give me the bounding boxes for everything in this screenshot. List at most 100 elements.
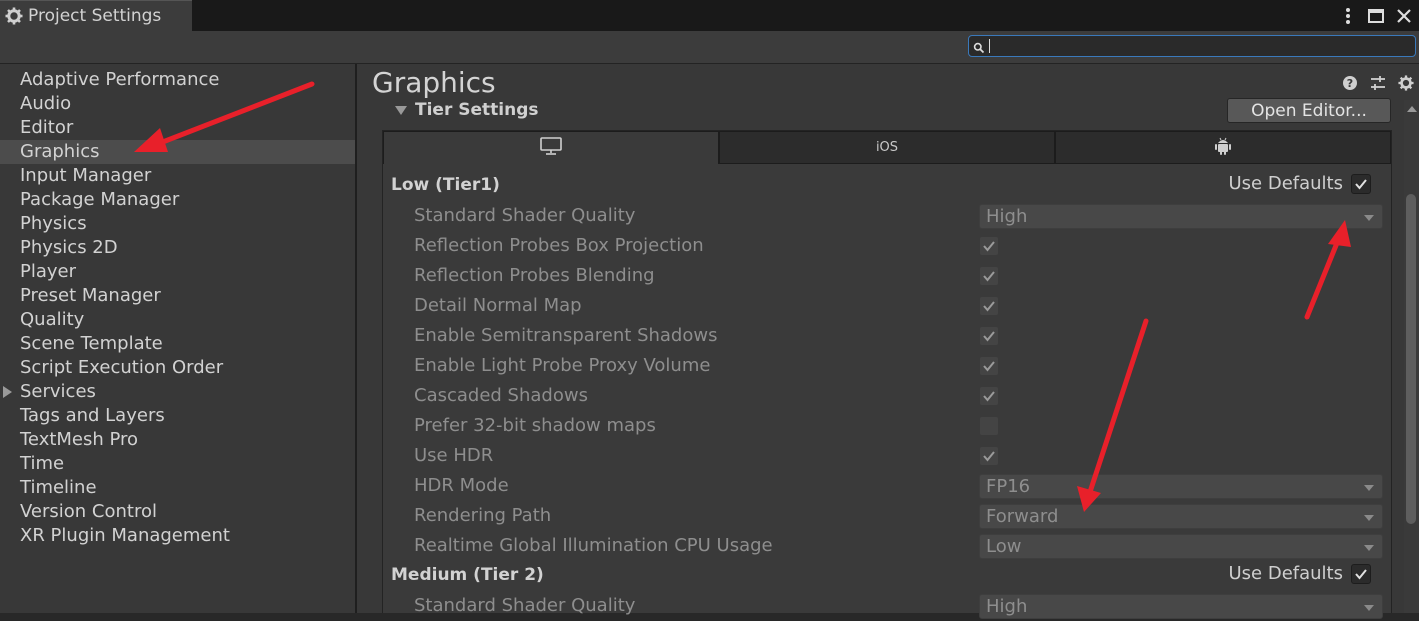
sidebar-item-editor[interactable]: Editor [0, 116, 355, 140]
sidebar-item-xr-plugin-management[interactable]: XR Plugin Management [0, 524, 355, 548]
sidebar-item-timeline[interactable]: Timeline [0, 476, 355, 500]
sidebar-item-physics[interactable]: Physics [0, 212, 355, 236]
sidebar-item-label: Physics 2D [20, 237, 118, 258]
use-defaults-checkbox[interactable] [1351, 563, 1371, 584]
setting-label: Enable Semitransparent Shadows [414, 325, 718, 346]
tab-android[interactable] [1055, 131, 1391, 164]
dropdown-arrow-icon [1364, 485, 1374, 491]
setting-label: Reflection Probes Box Projection [414, 235, 704, 256]
settings-sidebar: Adaptive Performance Audio Editor Graphi… [0, 64, 357, 613]
setting-row-prefer-32bit-shadow-maps: Prefer 32-bit shadow maps [383, 411, 1391, 441]
svg-text:?: ? [1347, 77, 1353, 90]
presets-icon[interactable] [1369, 74, 1387, 92]
dropdown-value: Low [986, 536, 1022, 557]
settings-gear-icon[interactable] [1397, 74, 1415, 92]
project-settings-tab[interactable]: Project Settings [0, 0, 192, 31]
standard-shader-quality-dropdown[interactable]: High [979, 204, 1383, 229]
sidebar-item-adaptive-performance[interactable]: Adaptive Performance [0, 68, 355, 92]
sidebar-item-preset-manager[interactable]: Preset Manager [0, 284, 355, 308]
android-icon [1215, 136, 1231, 160]
sidebar-item-graphics[interactable]: Graphics [0, 140, 355, 164]
sidebar-item-scene-template[interactable]: Scene Template [0, 332, 355, 356]
scrollbar-thumb[interactable] [1406, 194, 1416, 524]
detail-normal-map-checkbox[interactable] [979, 296, 999, 316]
prefer-32bit-shadow-maps-checkbox[interactable] [979, 416, 999, 436]
sidebar-item-tags-and-layers[interactable]: Tags and Layers [0, 404, 355, 428]
search-input[interactable] [968, 35, 1416, 57]
help-icon[interactable]: ? [1341, 74, 1359, 92]
light-probe-proxy-volume-checkbox[interactable] [979, 356, 999, 376]
sidebar-item-physics-2d[interactable]: Physics 2D [0, 236, 355, 260]
close-icon[interactable] [1393, 5, 1415, 27]
setting-row-realtime-gi-cpu-usage: Realtime Global Illumination CPU Usage L… [383, 531, 1391, 561]
sidebar-item-label: Package Manager [20, 189, 180, 210]
setting-label: Detail Normal Map [414, 295, 582, 316]
setting-row-standard-shader-quality-tier2: Standard Shader Quality High [383, 591, 1391, 621]
sidebar-item-label: Adaptive Performance [20, 69, 220, 90]
realtime-gi-cpu-usage-dropdown[interactable]: Low [979, 534, 1383, 559]
setting-row-hdr-mode: HDR Mode FP16 [383, 471, 1391, 501]
dropdown-arrow-icon [1364, 515, 1374, 521]
sidebar-item-quality[interactable]: Quality [0, 308, 355, 332]
dropdown-value: FP16 [986, 476, 1031, 497]
expand-arrow-icon[interactable] [3, 386, 12, 398]
sidebar-item-label: Input Manager [20, 165, 152, 186]
setting-row-reflection-probes-box-projection: Reflection Probes Box Projection [383, 231, 1391, 261]
kebab-menu-icon[interactable] [1337, 5, 1359, 27]
setting-label: Realtime Global Illumination CPU Usage [414, 535, 773, 556]
sidebar-item-label: Editor [20, 117, 74, 138]
use-defaults-label: Use Defaults [1228, 563, 1344, 584]
sidebar-item-player[interactable]: Player [0, 260, 355, 284]
setting-row-cascaded-shadows: Cascaded Shadows [383, 381, 1391, 411]
rendering-path-dropdown[interactable]: Forward [979, 504, 1383, 529]
reflection-probes-box-projection-checkbox[interactable] [979, 236, 999, 256]
dropdown-arrow-icon [1364, 545, 1374, 551]
sidebar-item-label: Preset Manager [20, 285, 161, 306]
sidebar-item-input-manager[interactable]: Input Manager [0, 164, 355, 188]
tab-ios[interactable]: iOS [719, 131, 1055, 164]
tier-label: Low (Tier1) [391, 175, 500, 195]
dropdown-arrow-icon [1364, 215, 1374, 221]
sidebar-item-audio[interactable]: Audio [0, 92, 355, 116]
setting-row-light-probe-proxy-volume: Enable Light Probe Proxy Volume [383, 351, 1391, 381]
tier-settings-foldout[interactable]: Tier Settings [395, 100, 539, 120]
use-defaults-checkbox[interactable] [1351, 173, 1371, 194]
standard-shader-quality-dropdown[interactable]: High [979, 594, 1383, 619]
reflection-probes-blending-checkbox[interactable] [979, 266, 999, 286]
sidebar-item-label: Script Execution Order [20, 357, 224, 378]
open-editor-button[interactable]: Open Editor... [1227, 98, 1391, 123]
setting-label: Enable Light Probe Proxy Volume [414, 355, 711, 376]
monitor-icon [540, 137, 562, 159]
cascaded-shadows-checkbox[interactable] [979, 386, 999, 406]
page-title: Graphics [372, 66, 496, 99]
sidebar-item-version-control[interactable]: Version Control [0, 500, 355, 524]
use-hdr-checkbox[interactable] [979, 446, 999, 466]
use-defaults-toggle[interactable]: Use Defaults [1228, 563, 1371, 584]
setting-row-use-hdr: Use HDR [383, 441, 1391, 471]
sidebar-item-package-manager[interactable]: Package Manager [0, 188, 355, 212]
semitransparent-shadows-checkbox[interactable] [979, 326, 999, 346]
maximize-icon[interactable] [1365, 5, 1387, 27]
setting-row-reflection-probes-blending: Reflection Probes Blending [383, 261, 1391, 291]
vertical-scrollbar[interactable] [1404, 100, 1419, 613]
tab-label: iOS [875, 140, 899, 155]
use-defaults-toggle[interactable]: Use Defaults [1229, 173, 1371, 194]
window-title: Project Settings [28, 6, 162, 26]
platform-tabs: iOS [383, 131, 1391, 164]
setting-row-rendering-path: Rendering Path Forward [383, 501, 1391, 531]
sidebar-item-services[interactable]: Services [0, 380, 355, 404]
sidebar-item-time[interactable]: Time [0, 452, 355, 476]
tier2-header: Medium (Tier 2) Use Defaults [383, 561, 1391, 591]
scroll-up-arrow-icon[interactable] [1407, 106, 1417, 112]
sidebar-item-label: Version Control [20, 501, 157, 522]
tier1-header: Low (Tier1) Use Defaults [383, 171, 1391, 201]
search-icon [973, 39, 989, 54]
sidebar-item-script-execution-order[interactable]: Script Execution Order [0, 356, 355, 380]
gear-icon [4, 6, 24, 26]
sidebar-item-label: XR Plugin Management [20, 525, 230, 546]
hdr-mode-dropdown[interactable]: FP16 [979, 474, 1383, 499]
tab-standalone[interactable] [383, 131, 719, 164]
sidebar-item-label: Physics [20, 213, 87, 234]
dropdown-arrow-icon [1364, 605, 1374, 611]
sidebar-item-textmesh-pro[interactable]: TextMesh Pro [0, 428, 355, 452]
